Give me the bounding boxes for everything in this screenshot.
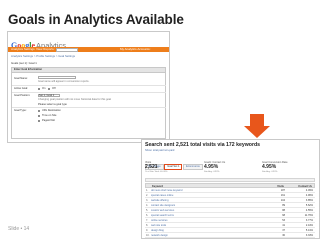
goal-heading: Goals (set 1): Goal 1 (11, 61, 37, 65)
url-destination-radio[interactable] (38, 109, 41, 112)
goal-info-panel: Enter Goal Information Goal Name: Goal n… (11, 67, 166, 139)
row-number: 10. (146, 234, 150, 237)
metric-sub: % of Site Total: 40.09% (145, 171, 168, 173)
row-divider (12, 85, 166, 86)
google-analytics-logo: GoogleAnalytics (11, 35, 66, 50)
nav-view-reports[interactable]: View Reports: (36, 47, 55, 52)
report-tabs: Site Usage Goal Set 1 Ecommerce (145, 154, 203, 170)
down-arrow-head-icon (244, 126, 270, 138)
breadcrumb[interactable]: Analytics Settings > Profile Settings > … (11, 54, 75, 58)
metric-value: 4.95% (262, 164, 277, 170)
row-keyword[interactable]: network design (151, 233, 168, 238)
goal-position-hint: Changing goal position will not move his… (38, 98, 111, 101)
time-on-site-label: Time on Site (42, 114, 57, 117)
active-goal-label: Active Goal: (14, 87, 28, 90)
metric-sub: Site Avg: 4.93% (262, 171, 278, 173)
ga-nav-bar: Analytics Settings View Reports: My Anal… (8, 47, 169, 52)
report-title: Search sent 2,521 total visits via 172 k… (145, 142, 261, 148)
panel-header: Enter Goal Information (12, 68, 165, 73)
url-destination-label: URL Destination (42, 109, 61, 112)
goal-name-label: Goal Name: (14, 77, 28, 80)
report-filter[interactable]: Show: total paid non-paid (145, 149, 174, 152)
metric-conversion-rate: Goal Conversion Rate 4.95% Site Avg: 4.9… (262, 161, 302, 176)
metric-value: 2,521 (145, 164, 158, 170)
row-divider (12, 107, 166, 108)
table-body: 1. dot ness shell nose keyword 187 4.09% 2. s… (145, 188, 315, 238)
metric-sub: Site Avg: 4.93% (204, 171, 220, 173)
slide-title: Goals in Analytics Available (8, 12, 184, 27)
nav-my-accounts[interactable]: My Analytics Accounts: (120, 47, 151, 52)
goal-name-hint: Goal name will appear in conversion repo… (38, 80, 90, 83)
active-on-radio[interactable] (38, 87, 41, 90)
table-row: 10. network design 30 3.33% (145, 233, 315, 238)
account-select[interactable] (56, 47, 78, 52)
metric-visits: Visits 2,521 % of Site Total: 40.09% (145, 161, 185, 176)
tab-ecommerce[interactable]: Ecommerce (182, 164, 203, 170)
active-off-label: Off (52, 87, 56, 90)
row-visits: 30 (282, 234, 285, 237)
table-controls[interactable] (145, 178, 315, 182)
goal-type-label: Goal Type: (14, 109, 27, 112)
time-on-site-radio[interactable] (38, 114, 41, 117)
keyword-report-screenshot: Search sent 2,521 total visits via 172 k… (141, 139, 320, 239)
row-contact-rate: 3.33% (305, 234, 313, 237)
metric-value: 4.95% (204, 164, 219, 170)
metric-goal1: Goal1: Contact Us 4.95% Site Avg: 4.93% (204, 161, 244, 176)
row-divider (12, 92, 166, 93)
goal-type-prompt: Please select a goal type (38, 103, 67, 106)
keyword-table: Keyword Visits Contact Us 1. dot ness she… (145, 183, 315, 238)
goal-position-value: Set 1, Goal 1 (39, 94, 55, 97)
nav-analytics-settings[interactable]: Analytics Settings (11, 47, 35, 52)
pages-visit-label: Pages/Visit (42, 119, 55, 122)
goal-settings-screenshot: GoogleAnalytics Analytics Settings View … (7, 31, 170, 143)
goal-position-label: Goal Position: (14, 94, 31, 97)
pages-visit-radio[interactable] (38, 119, 41, 122)
goal-name-input[interactable] (38, 76, 76, 79)
active-off-radio[interactable] (48, 87, 51, 90)
active-on-label: On (42, 87, 46, 90)
slide-number: Slide • 14 (8, 226, 30, 232)
